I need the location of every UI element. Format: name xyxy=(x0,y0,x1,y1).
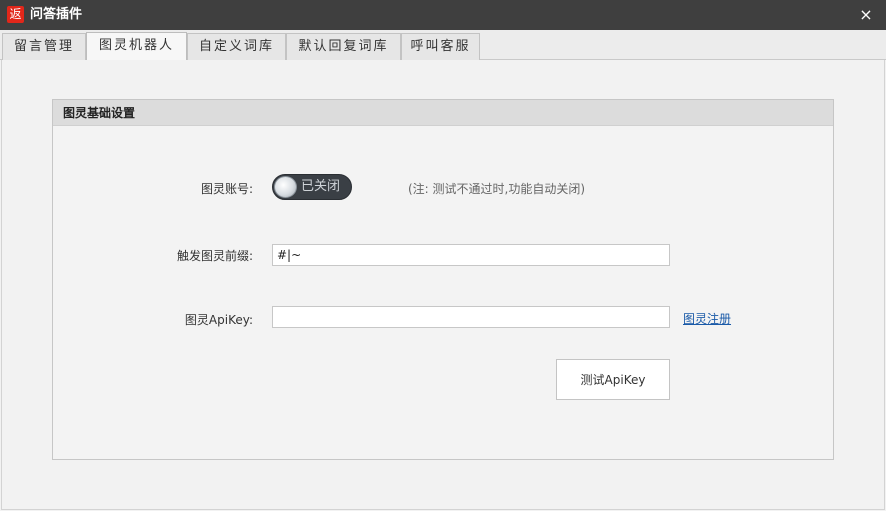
toggle-status-text: 已关闭 xyxy=(301,179,341,194)
account-toggle[interactable]: 已关闭 xyxy=(272,174,352,200)
window-title: 问答插件 xyxy=(30,7,83,22)
apikey-label: 图灵ApiKey: xyxy=(184,313,253,327)
title-bar: 返 问答插件 × xyxy=(0,0,886,30)
turing-settings-panel: 图灵基础设置 xyxy=(52,99,834,460)
tab-default-reply-lexicon[interactable]: 默认回复词库 xyxy=(286,33,401,60)
apikey-input[interactable] xyxy=(272,306,670,328)
turing-register-link[interactable]: 图灵注册 xyxy=(683,310,731,327)
panel-title: 图灵基础设置 xyxy=(53,100,833,126)
tab-turing-robot[interactable]: 图灵机器人 xyxy=(86,32,187,61)
tab-custom-lexicon[interactable]: 自定义词库 xyxy=(187,33,286,60)
toggle-note: (注: 测试不通过时,功能自动关闭) xyxy=(408,182,586,196)
account-label: 图灵账号: xyxy=(200,182,253,196)
prefix-input[interactable] xyxy=(272,244,670,266)
tab-bar: 留言管理 图灵机器人 自定义词库 默认回复词库 呼叫客服 xyxy=(0,30,886,61)
close-button[interactable]: × xyxy=(854,0,878,30)
tab-call-support[interactable]: 呼叫客服 xyxy=(401,33,480,60)
prefix-label: 触发图灵前缀: xyxy=(176,249,253,263)
tab-message-management[interactable]: 留言管理 xyxy=(2,33,86,60)
toggle-knob xyxy=(274,176,297,198)
app-icon: 返 xyxy=(7,6,24,23)
test-apikey-button[interactable]: 测试ApiKey xyxy=(556,359,670,400)
